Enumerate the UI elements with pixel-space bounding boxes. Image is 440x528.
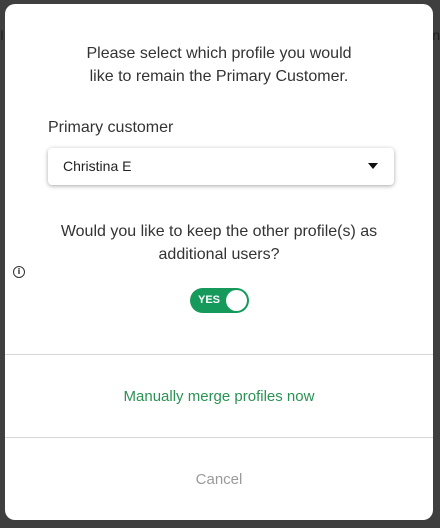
background-text-fragment-left: I bbox=[0, 27, 4, 43]
toggle-label: YES bbox=[198, 294, 221, 306]
info-icon[interactable]: i bbox=[13, 266, 25, 278]
question-line-2: additional users? bbox=[158, 246, 280, 263]
primary-customer-dialog: Please select which profile you would li… bbox=[5, 4, 433, 520]
selected-customer-value: Christina E bbox=[63, 158, 132, 174]
divider bbox=[5, 354, 433, 355]
prompt-line-1: Please select which profile you would bbox=[86, 45, 352, 62]
caret-down-icon bbox=[368, 163, 378, 169]
keep-profiles-toggle[interactable]: YES bbox=[190, 288, 249, 313]
keep-profiles-question: Would you like to keep the other profile… bbox=[5, 220, 433, 278]
primary-customer-label: Primary customer bbox=[48, 119, 174, 136]
question-line-1: Would you like to keep the other profile… bbox=[60, 223, 378, 240]
primary-customer-select[interactable]: Christina E bbox=[48, 148, 394, 185]
dialog-prompt: Please select which profile you would li… bbox=[5, 42, 433, 88]
divider bbox=[5, 437, 433, 438]
cancel-button[interactable]: Cancel bbox=[5, 471, 433, 488]
toggle-knob bbox=[226, 290, 247, 311]
background-text-fragment-right: n bbox=[432, 27, 440, 43]
prompt-line-2: like to remain the Primary Customer. bbox=[89, 68, 349, 85]
manual-merge-link[interactable]: Manually merge profiles now bbox=[5, 388, 433, 405]
question-line-2-wrap: additional users? i bbox=[5, 243, 433, 278]
